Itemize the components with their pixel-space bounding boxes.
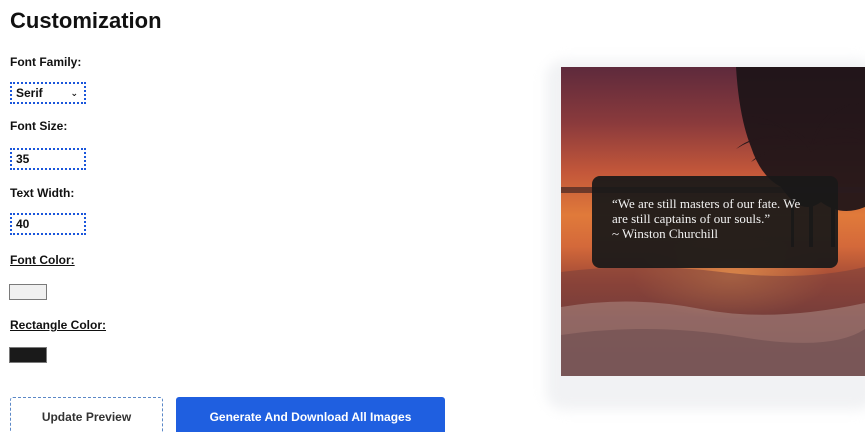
customization-page: Customization Font Family: Serif ⌄ Font … [0, 0, 865, 432]
chevron-down-icon: ⌄ [70, 87, 78, 98]
quote-author: ~ Winston Churchill [612, 226, 718, 241]
text-width-label: Text Width: [10, 186, 75, 200]
font-size-value: 35 [16, 152, 30, 166]
quote-overlay: “We are still masters of our fate. We ar… [592, 176, 838, 268]
font-color-picker[interactable] [9, 284, 47, 300]
quote-line-1: “We are still masters of our fate. We [612, 196, 801, 211]
font-family-label: Font Family: [10, 55, 82, 69]
generate-download-button[interactable]: Generate And Download All Images [176, 397, 445, 432]
font-size-input[interactable]: 35 [10, 148, 86, 170]
rectangle-color-label: Rectangle Color: [10, 318, 107, 332]
rectangle-color-picker[interactable] [9, 347, 47, 363]
quote-line-2: are still captains of our souls.” [612, 211, 771, 226]
font-family-select[interactable]: Serif ⌄ [10, 82, 86, 104]
font-color-label: Font Color: [10, 253, 75, 267]
page-title: Customization [10, 8, 162, 33]
update-preview-button[interactable]: Update Preview [10, 397, 163, 432]
font-size-label: Font Size: [10, 119, 68, 133]
text-width-input[interactable]: 40 [10, 213, 86, 235]
font-family-value: Serif [16, 86, 43, 100]
text-width-value: 40 [16, 217, 30, 231]
